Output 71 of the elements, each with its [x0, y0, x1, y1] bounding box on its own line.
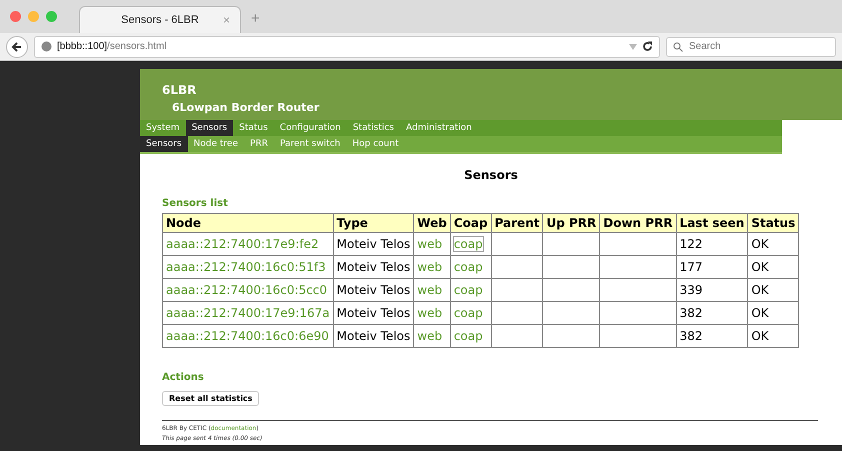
column-header: Down PRR	[600, 214, 676, 232]
browser-tab[interactable]: Sensors - 6LBR ×	[79, 6, 241, 33]
site-subtitle: 6Lowpan Border Router	[172, 101, 320, 114]
web-link[interactable]: web	[417, 283, 442, 297]
table-cell: Moteiv Telos	[333, 324, 414, 348]
coap-link[interactable]: coap	[454, 237, 483, 251]
web-link[interactable]: web	[417, 260, 442, 274]
table-cell: 382	[676, 302, 748, 324]
address-bar[interactable]: [bbbb::100]/sensors.html	[34, 36, 660, 58]
table-cell: OK	[748, 278, 799, 302]
column-header: Up PRR	[542, 214, 600, 232]
submenu-item[interactable]: PRR	[244, 136, 274, 152]
reset-statistics-button[interactable]: Reset all statistics	[162, 391, 260, 406]
table-cell: 177	[676, 256, 748, 278]
back-arrow-icon	[11, 40, 23, 52]
menu-item[interactable]: Status	[233, 120, 274, 136]
column-header: Last seen	[676, 214, 748, 232]
page-title: Sensors	[463, 168, 519, 182]
node-link[interactable]: aaaa::212:7400:17e9:167a	[166, 306, 330, 320]
table-cell: Moteiv Telos	[333, 302, 414, 324]
tab-close-button[interactable]: ×	[222, 13, 230, 27]
table-cell: Moteiv Telos	[333, 232, 414, 256]
site-title: 6LBR	[162, 83, 198, 97]
table-cell: OK	[748, 232, 799, 256]
reload-icon[interactable]	[642, 41, 653, 52]
coap-link[interactable]: coap	[454, 306, 483, 320]
table-cell: Moteiv Telos	[333, 278, 414, 302]
column-header: Parent	[491, 214, 543, 232]
url-host: [bbbb::100]	[57, 41, 108, 52]
web-link[interactable]: web	[417, 329, 442, 343]
column-header: Type	[333, 214, 414, 232]
close-window-icon[interactable]	[10, 11, 21, 22]
node-link[interactable]: aaaa::212:7400:16c0:51f3	[166, 260, 326, 274]
column-header: Web	[414, 214, 450, 232]
maximize-window-icon[interactable]	[46, 11, 57, 22]
node-link[interactable]: aaaa::212:7400:16c0:6e90	[166, 329, 329, 343]
coap-link[interactable]: coap	[454, 283, 483, 297]
table-cell: 122	[676, 232, 748, 256]
menu-item[interactable]: Configuration	[274, 120, 347, 136]
new-tab-button[interactable]: +	[251, 10, 260, 27]
table-cell: 382	[676, 324, 748, 348]
web-link[interactable]: web	[417, 306, 442, 320]
menu-item[interactable]: Statistics	[346, 120, 400, 136]
menu-item[interactable]: Sensors	[186, 120, 234, 136]
menu-item[interactable]: System	[140, 120, 186, 136]
node-link[interactable]: aaaa::212:7400:16c0:5cc0	[166, 283, 328, 297]
table-cell: 339	[676, 278, 748, 302]
submenu-item[interactable]: Parent switch	[274, 136, 346, 152]
submenu-item[interactable]: Node tree	[188, 136, 244, 152]
search-field[interactable]: Search	[666, 36, 836, 56]
table-cell: OK	[748, 302, 799, 324]
table-cell: OK	[748, 256, 799, 278]
dropdown-icon[interactable]	[629, 44, 637, 50]
section-heading: Actions	[162, 372, 205, 383]
node-link[interactable]: aaaa::212:7400:17e9:fe2	[166, 237, 319, 251]
submenu-item[interactable]: Hop count	[346, 136, 405, 152]
url-path: /sensors.html	[107, 41, 167, 52]
column-header: Node	[162, 214, 334, 232]
minimize-window-icon[interactable]	[28, 11, 39, 22]
column-header: Status	[748, 214, 799, 232]
column-header: Coap	[450, 214, 492, 232]
section-heading: Sensors list	[162, 198, 229, 209]
back-button[interactable]	[6, 36, 28, 58]
submenu-item[interactable]: Sensors	[140, 136, 188, 152]
coap-link[interactable]: coap	[454, 329, 483, 343]
table-cell: Moteiv Telos	[333, 256, 414, 278]
menu-item[interactable]: Administration	[400, 120, 478, 136]
search-icon	[673, 42, 683, 52]
table-cell: OK	[748, 324, 799, 348]
web-link[interactable]: web	[417, 237, 442, 251]
coap-link[interactable]: coap	[454, 260, 483, 274]
